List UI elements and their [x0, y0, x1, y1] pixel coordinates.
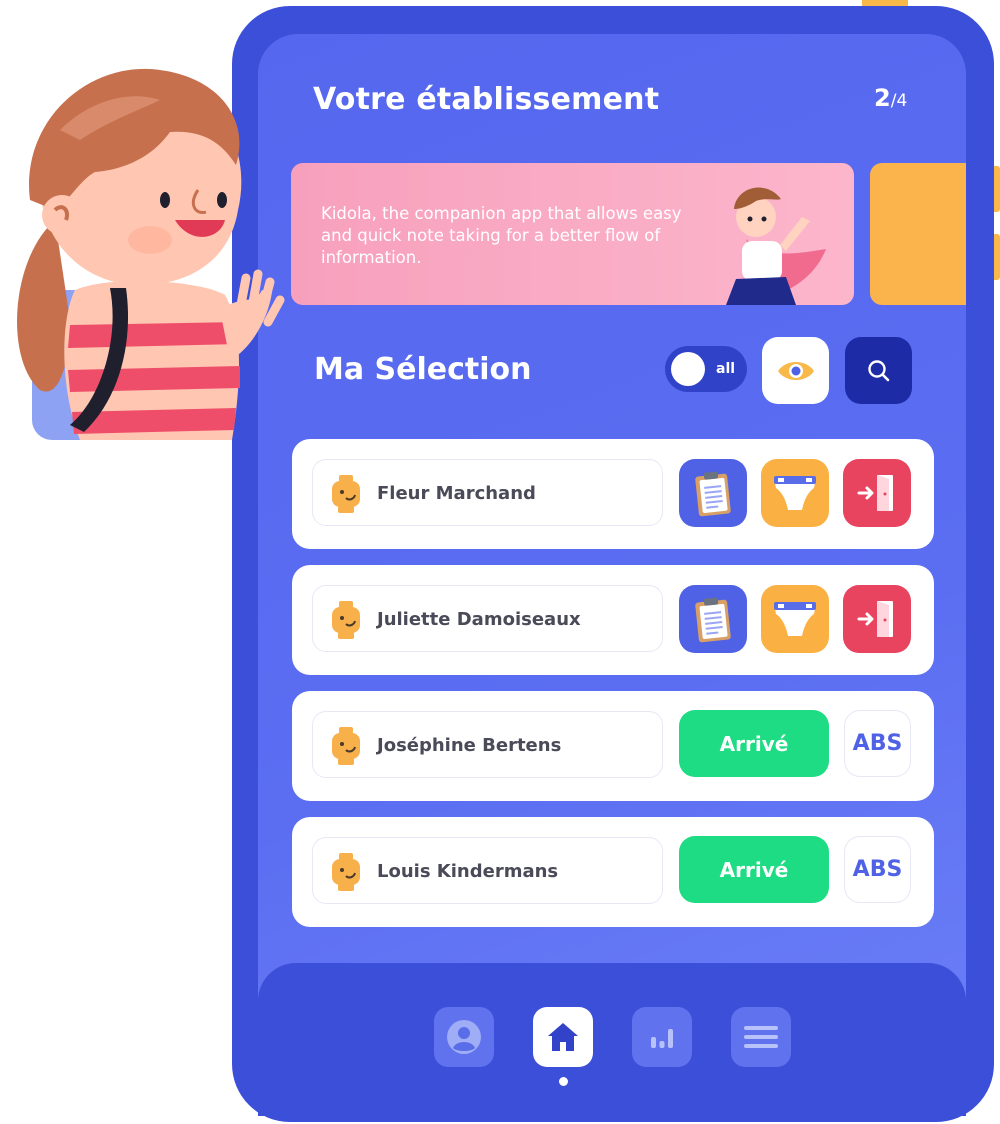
banner-text: Kidola, the companion app that allows ea… — [321, 204, 682, 267]
child-avatar-icon — [332, 727, 360, 765]
selection-title: Ma Sélection — [314, 352, 532, 387]
notes-button[interactable] — [679, 459, 747, 527]
door-exit-icon — [857, 601, 893, 637]
promo-banner[interactable]: Kidola, the companion app that allows ea… — [291, 163, 854, 305]
clipboard-icon — [695, 597, 731, 643]
child-card[interactable]: Joséphine Bertens Arrivé ABS — [292, 691, 934, 801]
child-name-box[interactable]: Fleur Marchand — [312, 459, 663, 526]
decorative-tab-right-2 — [993, 234, 1000, 280]
diaper-button[interactable] — [761, 585, 829, 653]
diaper-icon — [774, 602, 816, 636]
absent-button[interactable]: ABS — [844, 710, 911, 777]
checkout-button[interactable] — [843, 459, 911, 527]
search-icon — [867, 359, 889, 381]
child-name-box[interactable]: Juliette Damoiseaux — [312, 585, 663, 652]
active-nav-indicator — [559, 1077, 568, 1086]
child-name: Joséphine Bertens — [377, 735, 562, 756]
arrived-button[interactable]: Arrivé — [679, 710, 829, 777]
child-name-box[interactable]: Louis Kindermans — [312, 837, 663, 904]
page-title: Votre établissement — [313, 82, 660, 117]
child-name: Fleur Marchand — [377, 483, 536, 504]
notes-button[interactable] — [679, 585, 747, 653]
bottom-navigation — [258, 963, 966, 1116]
next-banner-preview[interactable] — [870, 163, 966, 305]
diaper-icon — [774, 476, 816, 510]
eye-icon — [777, 361, 814, 380]
stats-icon — [651, 1029, 673, 1048]
nav-home[interactable] — [533, 1007, 593, 1067]
toggle-label: all — [716, 361, 736, 377]
menu-icon — [744, 1026, 778, 1048]
child-name-box[interactable]: Joséphine Bertens — [312, 711, 663, 778]
pager-current: 2 — [874, 84, 891, 112]
toggle-knob — [671, 352, 705, 386]
child-avatar-icon — [332, 601, 360, 639]
show-all-toggle[interactable]: all — [665, 346, 747, 392]
child-avatar-icon — [332, 853, 360, 891]
arrived-button[interactable]: Arrivé — [679, 836, 829, 903]
pager-total: 4 — [896, 91, 908, 111]
child-card[interactable]: Juliette Damoiseaux — [292, 565, 934, 675]
search-button[interactable] — [845, 337, 912, 404]
child-name: Louis Kindermans — [377, 861, 559, 882]
door-exit-icon — [857, 475, 893, 511]
child-avatar-icon — [332, 475, 360, 513]
child-name: Juliette Damoiseaux — [377, 609, 581, 630]
clipboard-icon — [695, 471, 731, 517]
nav-menu[interactable] — [731, 1007, 791, 1067]
absent-button[interactable]: ABS — [844, 836, 911, 903]
nav-profile[interactable] — [434, 1007, 494, 1067]
superhero-boy-illustration — [726, 187, 826, 305]
girl-illustration — [17, 68, 285, 440]
checkout-button[interactable] — [843, 585, 911, 653]
decorative-tab-right-1 — [993, 166, 1000, 212]
nav-stats[interactable] — [632, 1007, 692, 1067]
diaper-button[interactable] — [761, 459, 829, 527]
view-button[interactable] — [762, 337, 829, 404]
home-icon — [548, 1023, 578, 1051]
child-card[interactable]: Louis Kindermans Arrivé ABS — [292, 817, 934, 927]
page-indicator: 2/4 — [874, 84, 907, 112]
child-card[interactable]: Fleur Marchand — [292, 439, 934, 549]
profile-icon — [447, 1020, 481, 1054]
